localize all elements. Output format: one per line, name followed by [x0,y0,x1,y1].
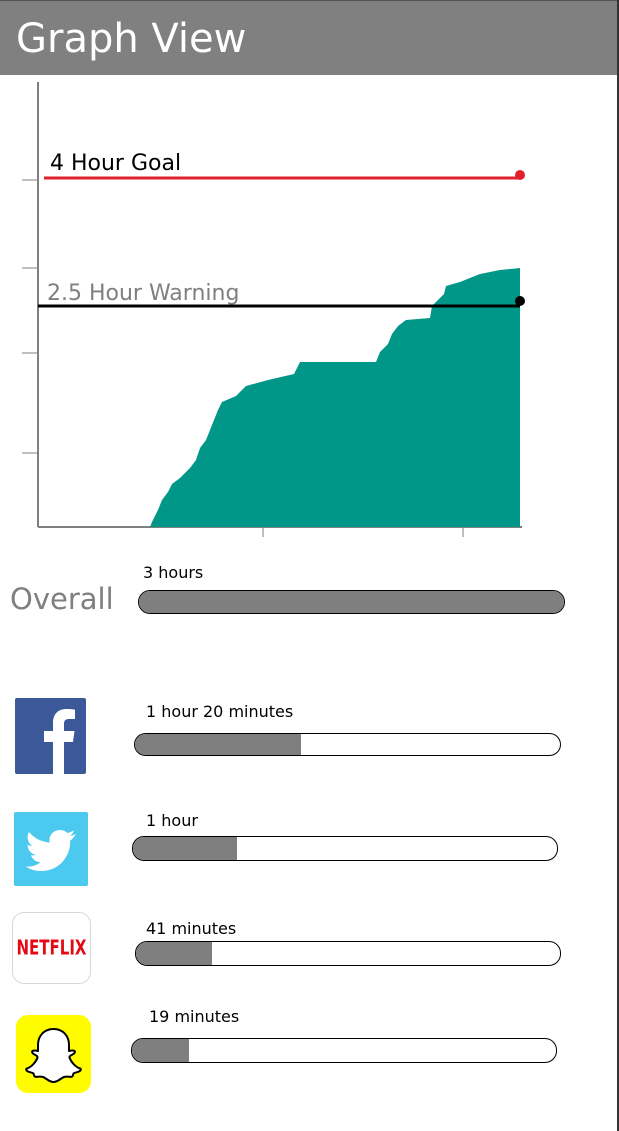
netflix-time-label: 41 minutes [146,919,237,938]
page-title: Graph View [16,16,247,62]
snapchat-progress-bar [131,1038,557,1063]
header-bar: Graph View [0,0,617,75]
overall-progress-bar [138,590,565,614]
usage-graph: 4 Hour Goal 2.5 Hour Warning [22,82,525,537]
snapchat-time-label: 19 minutes [149,1007,240,1026]
twitter-progress-fill [133,837,237,860]
netflix-icon[interactable]: NETFLIX [12,912,91,984]
overall-time-label: 3 hours [143,563,204,582]
overall-progress-fill [139,591,564,613]
facebook-icon[interactable] [15,698,86,774]
snapchat-icon[interactable] [16,1015,91,1093]
twitter-progress-bar [132,836,558,861]
overall-label: Overall [10,582,114,616]
twitter-icon[interactable] [14,812,88,886]
snapchat-progress-fill [132,1039,190,1062]
goal-line-end-dot [515,170,525,180]
twitter-time-label: 1 hour [146,811,198,830]
goal-label: 4 Hour Goal [50,151,181,176]
netflix-progress-bar [135,941,561,966]
netflix-progress-fill [136,942,213,965]
warning-line-end-dot [515,296,525,306]
facebook-time-label: 1 hour 20 minutes [146,702,294,721]
warning-label: 2.5 Hour Warning [47,281,239,306]
facebook-progress-fill [135,734,301,755]
facebook-progress-bar [134,733,561,756]
netflix-icon-text: NETFLIX [16,935,87,961]
